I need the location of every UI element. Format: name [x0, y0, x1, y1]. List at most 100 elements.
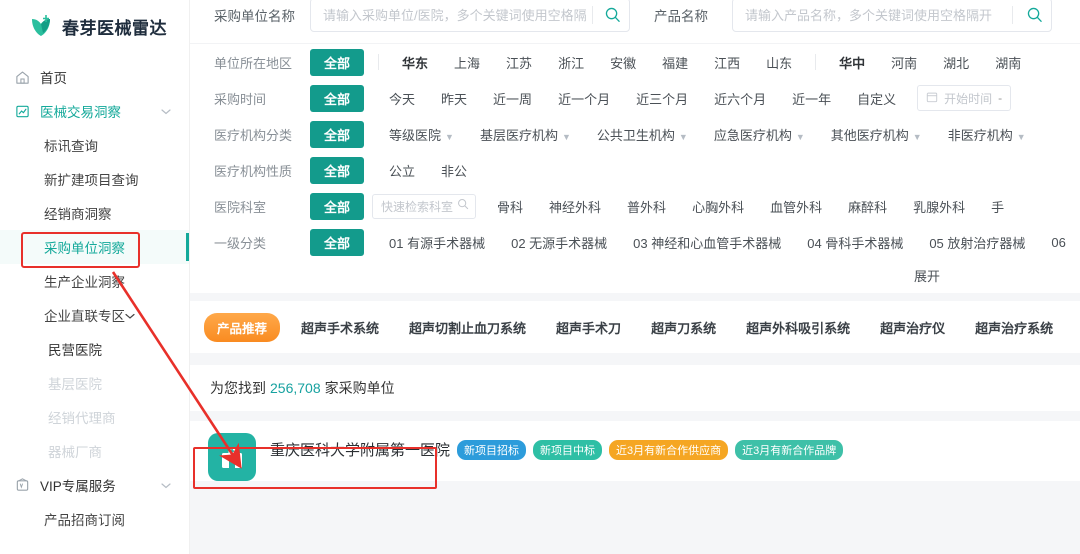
sidebar-item-vip-service-label: VIP专属服务	[40, 479, 116, 494]
filter-department-all[interactable]: 全部	[310, 192, 365, 220]
filter-region-shanghai[interactable]: 上海	[441, 49, 493, 76]
filter-department-ruxianwaike[interactable]: 乳腺外科	[900, 193, 978, 220]
product-item-1[interactable]: 超声切割止血刀系统	[394, 318, 541, 337]
filter-region-huazhong[interactable]: 华中	[826, 49, 878, 76]
filter-region-fujian[interactable]: 福建	[649, 49, 701, 76]
search-input-product[interactable]: 请输入产品名称，多个关键词使用空格隔开	[732, 0, 1052, 32]
unit-search-placeholder: 请输入采购单位/医院，多个关键词使用空格隔开	[323, 8, 586, 23]
filter-time-custom[interactable]: 自定义	[844, 85, 909, 112]
department-search-input[interactable]: 快速检索科室	[372, 193, 477, 219]
sidebar-item-dealer-insight-label: 经销商洞察	[44, 207, 112, 222]
filter-category-03[interactable]: 03 神经和心血管手术器械	[620, 229, 794, 256]
filter-time-month[interactable]: 近一个月	[545, 85, 623, 112]
filter-region-jiangxi[interactable]: 江西	[701, 49, 753, 76]
sidebar-item-purchaser-insight[interactable]: 采购单位洞察	[0, 230, 189, 264]
filter-department-xinxiongwaike[interactable]: 心胸外科	[679, 193, 757, 220]
expand-filters-button[interactable]: 展开	[914, 266, 940, 285]
filter-region-huadong[interactable]: 华东	[389, 49, 441, 76]
sidebar-item-private-hospital-label: 民营医院	[48, 343, 102, 358]
sidebar-item-dealer-insight[interactable]: 经销商洞察	[0, 196, 189, 230]
search-icon[interactable]	[599, 6, 627, 23]
filter-institution-public-health[interactable]: 公共卫生机构 ▼	[584, 121, 701, 148]
filter-time-today[interactable]: 今天	[376, 85, 428, 112]
product-search-label: 产品名称	[654, 8, 708, 24]
result-count-number: 256,708	[270, 380, 321, 396]
filter-region-hubei[interactable]: 湖北	[930, 49, 982, 76]
main-content: 采购单位名称 请输入采购单位/医院，多个关键词使用空格隔开 产品名称 请输入产品…	[190, 0, 1080, 554]
expand-row: 展开	[190, 264, 1080, 293]
filter-department-xueguanwaike[interactable]: 血管外科	[757, 193, 835, 220]
filter-time-all[interactable]: 全部	[310, 84, 365, 112]
filter-region-all[interactable]: 全部	[310, 48, 365, 76]
filter-department-more[interactable]: 手	[978, 193, 1017, 220]
sidebar-item-private-hospital[interactable]: 民营医院	[0, 332, 189, 366]
search-icon[interactable]	[457, 197, 469, 215]
filter-department-puwaike[interactable]: 普外科	[614, 193, 679, 220]
filter-time-3months[interactable]: 近三个月	[623, 85, 701, 112]
result-card[interactable]: 重庆医科大学附属第一医院 新项目招标 新项目中标 近3月有新合作供应商 近3月有…	[190, 421, 1080, 481]
product-item-5[interactable]: 超声治疗仪	[865, 318, 960, 337]
filter-institution-other-medical[interactable]: 其他医疗机构 ▼	[818, 121, 935, 148]
hospital-icon	[208, 433, 256, 481]
filter-region-shandong[interactable]: 山东	[753, 49, 805, 76]
sidebar-item-direct-zone[interactable]: 企业直联专区	[0, 298, 189, 332]
filter-category-01[interactable]: 01 有源手术器械	[376, 229, 498, 256]
brand-name: 春芽医械雷达	[62, 18, 167, 38]
product-item-3[interactable]: 超声刀系统	[636, 318, 731, 337]
filter-region-hunan[interactable]: 湖南	[982, 49, 1034, 76]
filter-institution-non-medical[interactable]: 非医疗机构 ▼	[935, 121, 1039, 148]
product-item-2[interactable]: 超声手术刀	[541, 318, 636, 337]
sidebar-item-primary-hospital-label: 基层医院	[48, 377, 102, 392]
filter-region-jiangsu[interactable]: 江苏	[493, 49, 545, 76]
filter-time-year[interactable]: 近一年	[779, 85, 844, 112]
brand[interactable]: 春芽医械雷达	[0, 0, 189, 52]
product-item-6[interactable]: 超声治疗系统	[960, 318, 1068, 337]
start-date-placeholder: 开始时间	[944, 91, 993, 106]
sidebar-item-product-subscription-label: 产品招商订阅	[44, 513, 125, 528]
filter-nature-nonpublic[interactable]: 非公	[428, 157, 480, 184]
sidebar-item-new-project-query[interactable]: 新扩建项目查询	[0, 162, 189, 196]
filter-institution-primary-care[interactable]: 基层医疗机构 ▼	[467, 121, 584, 148]
chevron-down-icon[interactable]	[161, 104, 171, 119]
sidebar-item-bid-query[interactable]: 标讯查询	[0, 128, 189, 162]
filter-time-6months[interactable]: 近六个月	[701, 85, 779, 112]
filter-category-06[interactable]: 06	[1038, 231, 1078, 254]
search-group-unit: 采购单位名称 请输入采购单位/医院，多个关键词使用空格隔开	[214, 0, 630, 32]
search-icon[interactable]	[1019, 6, 1049, 23]
filter-institution-all[interactable]: 全部	[310, 120, 365, 148]
filter-category-04[interactable]: 04 骨科手术器械	[794, 229, 916, 256]
sidebar-item-trade-insight[interactable]: 医械交易洞察	[0, 94, 189, 128]
leaf-heart-logo-icon	[28, 13, 54, 39]
filter-region-zhejiang[interactable]: 浙江	[545, 49, 597, 76]
date-range-dash: -	[998, 91, 1003, 105]
sidebar-item-vip-service[interactable]: VIP专属服务	[0, 468, 189, 502]
sidebar-item-home[interactable]: 首页	[0, 60, 189, 94]
sidebar-item-bid-query-label: 标讯查询	[44, 139, 98, 154]
filter-region-anhui[interactable]: 安徽	[597, 49, 649, 76]
filter-institution-grade-hospital[interactable]: 等级医院 ▼	[376, 121, 467, 148]
sidebar-item-manufacturer-insight[interactable]: 生产企业洞察	[0, 264, 189, 298]
chevron-down-icon[interactable]	[125, 308, 135, 323]
filter-nature-all[interactable]: 全部	[310, 156, 365, 184]
filter-category-05[interactable]: 05 放射治疗器械	[916, 229, 1038, 256]
product-item-0[interactable]: 超声手术系统	[286, 318, 394, 337]
filter-institution-emergency[interactable]: 应急医疗机构 ▼	[701, 121, 818, 148]
date-range-picker[interactable]: 开始时间 -	[917, 85, 1012, 111]
filter-department-mazuike[interactable]: 麻醉科	[835, 193, 900, 220]
sidebar-item-product-subscription[interactable]: 产品招商订阅	[0, 502, 189, 536]
filter-category-02[interactable]: 02 无源手术器械	[498, 229, 620, 256]
sidebar-item-new-project-query-label: 新扩建项目查询	[44, 173, 139, 188]
filter-time-week[interactable]: 近一周	[480, 85, 545, 112]
result-card-title[interactable]: 重庆医科大学附属第一医院	[270, 439, 450, 460]
filter-time-yesterday[interactable]: 昨天	[428, 85, 480, 112]
filter-department-guke[interactable]: 骨科	[484, 193, 536, 220]
sidebar-item-trade-insight-label: 医械交易洞察	[40, 105, 121, 120]
product-item-4[interactable]: 超声外科吸引系统	[731, 318, 865, 337]
filter-region-henan[interactable]: 河南	[878, 49, 930, 76]
filter-nature-public[interactable]: 公立	[376, 157, 428, 184]
search-input-unit[interactable]: 请输入采购单位/医院，多个关键词使用空格隔开	[310, 0, 630, 32]
filter-department-shenjingwaike[interactable]: 神经外科	[536, 193, 614, 220]
filter-category-all[interactable]: 全部	[310, 228, 365, 256]
result-card-title-row: 重庆医科大学附属第一医院 新项目招标 新项目中标 近3月有新合作供应商 近3月有…	[270, 439, 1080, 460]
chevron-down-icon[interactable]	[161, 478, 171, 493]
